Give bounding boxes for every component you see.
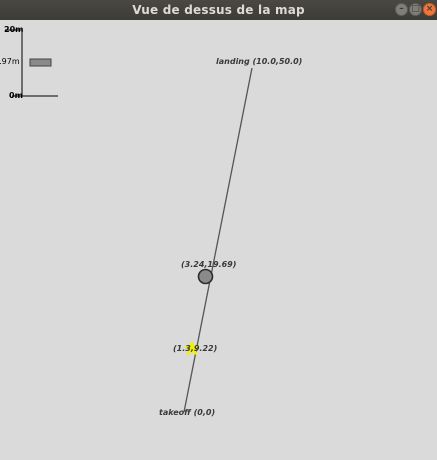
- close-button[interactable]: ×: [423, 3, 436, 16]
- flight-path-line: [183, 67, 253, 413]
- drone-position-label: (3.24,19.69): [181, 260, 237, 269]
- map-canvas: 20m 0.97m 0m landing (10.0,50.0) (3.24,1…: [0, 20, 437, 460]
- target-position-label: (1.3,9.22): [173, 344, 218, 353]
- maximize-icon: □: [411, 4, 420, 14]
- minimize-icon: –: [399, 4, 404, 14]
- drone-marker[interactable]: [197, 268, 214, 285]
- takeoff-label: takeoff (0,0): [159, 408, 216, 417]
- title-bar[interactable]: Vue de dessus de la map – □ ×: [0, 0, 437, 20]
- altitude-label: 0.97m: [0, 57, 20, 66]
- map-drawing: [5, 29, 253, 413]
- minimize-button[interactable]: –: [395, 3, 408, 16]
- altitude-bar: [29, 58, 52, 67]
- map-window: Vue de dessus de la map – □ × 20m 0.97m …: [0, 0, 437, 460]
- maximize-button[interactable]: □: [409, 3, 422, 16]
- landing-label: landing (10.0,50.0): [216, 57, 303, 66]
- scale-bottom-label: 0m: [9, 91, 23, 100]
- window-title: Vue de dessus de la map: [132, 3, 305, 17]
- scale-top-label: 20m: [4, 25, 24, 34]
- close-icon: ×: [425, 4, 434, 14]
